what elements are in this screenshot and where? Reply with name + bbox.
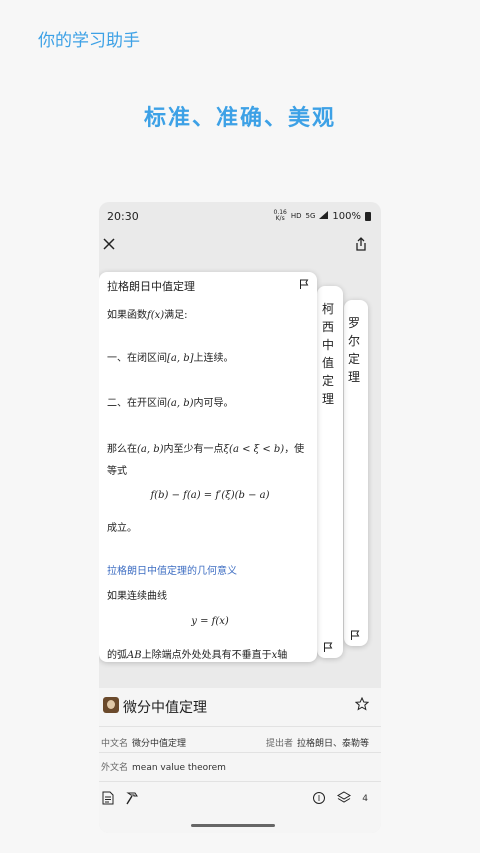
hd-indicator: HD — [290, 212, 302, 220]
home-indicator[interactable] — [191, 824, 275, 827]
net-speed-unit: K/s — [275, 215, 285, 222]
battery-icon — [365, 211, 371, 221]
layer-count: 4 — [362, 794, 368, 804]
subject-panel: 微分中值定理 中文名 微分中值定理 提出者 拉格朗日、泰勒等 外文名 mean val… — [99, 688, 381, 833]
document-icon[interactable] — [102, 791, 114, 805]
hammer-icon[interactable] — [125, 791, 141, 805]
status-bar: 20:30 0.16 K/s HD 5G 100% — [99, 202, 381, 232]
equation: f(b) − f(a) = f′(ξ)(b − a) — [150, 490, 270, 501]
status-time: 20:30 — [107, 210, 139, 223]
card-lagrange[interactable]: 拉格朗日中值定理 如果函数f(x)满足: 一、在闭区间[a, b]上连续。 二、… — [99, 272, 317, 662]
text-line: 如果连续曲线 — [107, 591, 167, 602]
card-title: 柯西中值定理 — [322, 302, 335, 406]
subject-header: 微分中值定理 — [99, 688, 381, 722]
flag-icon[interactable] — [323, 642, 333, 652]
status-indicators: 0.16 K/s HD 5G 100% — [274, 210, 371, 222]
divider — [99, 781, 381, 782]
proposer-field: 提出者 拉格朗日、泰勒等 — [265, 739, 369, 749]
foreign-name-field: 外文名 mean value theorem — [101, 763, 226, 773]
geometry-link[interactable]: 拉格朗日中值定理的几何意义 — [107, 562, 237, 577]
layers-icon[interactable] — [337, 791, 351, 805]
subject-name: 微分中值定理 — [123, 700, 207, 716]
text-line: 等式 — [107, 466, 127, 477]
flag-icon[interactable] — [299, 279, 309, 289]
card-title: 拉格朗日中值定理 — [107, 280, 195, 293]
divider — [99, 752, 381, 753]
signal-icon — [319, 210, 329, 222]
headline: 标准、准确、美观 — [143, 106, 336, 131]
divider — [99, 726, 381, 727]
phone-screen: 20:30 0.16 K/s HD 5G 100% 罗尔定理 柯西中值定理 拉格… — [99, 202, 381, 833]
app-title: 你的学习助手 — [38, 31, 140, 51]
battery-text: 100% — [332, 210, 361, 222]
network-indicator: 5G — [305, 212, 316, 220]
text-line: 一、在闭区间[a, b]上连续。 — [107, 353, 234, 364]
text-line: 成立。 — [107, 523, 137, 534]
text-line: 的弧AB上除端点外处处具有不垂直于x轴 — [107, 650, 288, 661]
avatar — [103, 697, 119, 713]
card-title: 罗尔定理 — [348, 316, 361, 384]
chinese-name-field: 中文名 微分中值定理 — [101, 739, 187, 749]
star-icon[interactable] — [355, 697, 369, 711]
text-line: 二、在开区间(a, b)内可导。 — [107, 398, 234, 409]
circle-icon[interactable] — [312, 791, 326, 805]
text-line: 那么在(a, b)内至少有一点ξ(a < ξ < b)，使 — [107, 444, 305, 455]
share-button[interactable] — [349, 232, 373, 256]
close-button[interactable] — [99, 232, 121, 256]
card-cauchy[interactable]: 柯西中值定理 — [317, 286, 343, 658]
card-rolle[interactable]: 罗尔定理 — [344, 300, 368, 646]
share-icon — [356, 237, 366, 251]
flag-icon[interactable] — [350, 630, 360, 640]
close-icon — [103, 238, 115, 250]
text-line: 如果函数f(x)满足: — [107, 310, 188, 321]
equation: y = f(x) — [191, 616, 229, 627]
